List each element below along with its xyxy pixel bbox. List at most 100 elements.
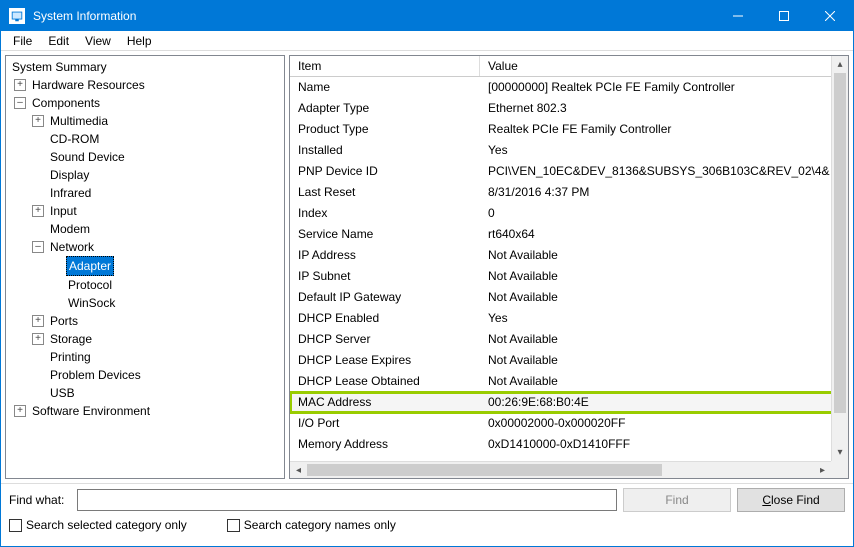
detail-value: PCI\VEN_10EC&DEV_8136&SUBSYS_306B103C&RE… <box>488 161 840 182</box>
menu-edit[interactable]: Edit <box>40 33 77 49</box>
expand-icon[interactable]: + <box>14 405 26 417</box>
scroll-thumb[interactable] <box>834 73 846 413</box>
titlebar[interactable]: System Information <box>1 1 853 31</box>
find-button[interactable]: Find <box>623 488 731 512</box>
tree-item-problem-devices[interactable]: Problem Devices <box>10 366 280 384</box>
tree-item-system-summary[interactable]: System Summary <box>10 58 280 76</box>
detail-value: Not Available <box>488 329 840 350</box>
detail-pane: Item Value Name[00000000] Realtek PCIe F… <box>289 55 849 479</box>
tree-item-hardware-resources[interactable]: +Hardware Resources <box>10 76 280 94</box>
detail-value: 0xD1410000-0xD1410FFF <box>488 434 840 455</box>
expand-icon[interactable]: + <box>32 115 44 127</box>
detail-item: IP Address <box>298 245 488 266</box>
detail-row[interactable]: Adapter TypeEthernet 802.3 <box>290 98 848 119</box>
tree-item-multimedia[interactable]: +Multimedia <box>10 112 280 130</box>
detail-row[interactable]: Product TypeRealtek PCIe FE Family Contr… <box>290 119 848 140</box>
detail-value: Not Available <box>488 371 840 392</box>
expand-icon[interactable]: + <box>32 315 44 327</box>
minimize-button[interactable] <box>715 1 761 31</box>
detail-value: Not Available <box>488 266 840 287</box>
detail-item: I/O Port <box>298 413 488 434</box>
detail-row[interactable]: Memory Address0xD1410000-0xD1410FFF <box>290 434 848 455</box>
tree-item-protocol[interactable]: Protocol <box>10 276 280 294</box>
menu-help[interactable]: Help <box>119 33 160 49</box>
scroll-up-icon[interactable]: ▴ <box>832 56 848 73</box>
detail-item: DHCP Enabled <box>298 308 488 329</box>
detail-item: PNP Device ID <box>298 161 488 182</box>
tree-item-modem[interactable]: Modem <box>10 220 280 238</box>
search-selected-checkbox[interactable]: Search selected category only <box>9 518 187 532</box>
collapse-icon[interactable]: – <box>14 97 26 109</box>
tree-item-software-environment[interactable]: +Software Environment <box>10 402 280 420</box>
tree-item-display[interactable]: Display <box>10 166 280 184</box>
detail-value: Not Available <box>488 287 840 308</box>
horizontal-scrollbar[interactable]: ◂ ▸ <box>290 461 831 478</box>
detail-item: Installed <box>298 140 488 161</box>
expand-icon[interactable]: + <box>32 333 44 345</box>
detail-value: Ethernet 802.3 <box>488 98 840 119</box>
detail-row[interactable]: I/O Port0x00002000-0x000020FF <box>290 413 848 434</box>
tree-item-sound-device[interactable]: Sound Device <box>10 148 280 166</box>
detail-row[interactable]: InstalledYes <box>290 140 848 161</box>
column-value[interactable]: Value <box>480 56 848 76</box>
tree-item-input[interactable]: +Input <box>10 202 280 220</box>
column-item[interactable]: Item <box>290 56 480 76</box>
detail-row[interactable]: Name[00000000] Realtek PCIe FE Family Co… <box>290 77 848 98</box>
detail-row[interactable]: MAC Address00:26:9E:68:B0:4E <box>290 392 848 413</box>
detail-row[interactable]: PNP Device IDPCI\VEN_10EC&DEV_8136&SUBSY… <box>290 161 848 182</box>
detail-row[interactable]: IP SubnetNot Available <box>290 266 848 287</box>
vertical-scrollbar[interactable]: ▴ ▾ <box>831 56 848 461</box>
detail-item: Index <box>298 203 488 224</box>
scroll-left-icon[interactable]: ◂ <box>290 462 307 478</box>
maximize-button[interactable] <box>761 1 807 31</box>
tree-item-printing[interactable]: Printing <box>10 348 280 366</box>
scroll-down-icon[interactable]: ▾ <box>832 444 848 461</box>
search-names-checkbox[interactable]: Search category names only <box>227 518 396 532</box>
find-label: Find what: <box>9 493 71 507</box>
detail-item: Name <box>298 77 488 98</box>
tree-item-components[interactable]: –Components <box>10 94 280 112</box>
detail-item: Service Name <box>298 224 488 245</box>
tree-item-network[interactable]: –Network <box>10 238 280 256</box>
detail-value: Yes <box>488 308 840 329</box>
detail-row[interactable]: DHCP EnabledYes <box>290 308 848 329</box>
find-input[interactable] <box>77 489 617 511</box>
menu-view[interactable]: View <box>77 33 119 49</box>
checkbox-icon <box>9 519 22 532</box>
detail-item: Memory Address <box>298 434 488 455</box>
detail-value: 00:26:9E:68:B0:4E <box>488 392 840 413</box>
tree-item-ports[interactable]: +Ports <box>10 312 280 330</box>
detail-item: DHCP Lease Obtained <box>298 371 488 392</box>
tree-item-usb[interactable]: USB <box>10 384 280 402</box>
detail-item: Adapter Type <box>298 98 488 119</box>
close-button[interactable] <box>807 1 853 31</box>
tree-item-storage[interactable]: +Storage <box>10 330 280 348</box>
detail-value: Not Available <box>488 350 840 371</box>
detail-row[interactable]: Service Namert640x64 <box>290 224 848 245</box>
detail-value: 8/31/2016 4:37 PM <box>488 182 840 203</box>
collapse-icon[interactable]: – <box>32 241 44 253</box>
scroll-thumb[interactable] <box>307 464 662 476</box>
detail-item: DHCP Lease Expires <box>298 350 488 371</box>
detail-row[interactable]: Index0 <box>290 203 848 224</box>
tree-item-infrared[interactable]: Infrared <box>10 184 280 202</box>
detail-item: DHCP Server <box>298 329 488 350</box>
scroll-corner <box>831 461 848 478</box>
expand-icon[interactable]: + <box>32 205 44 217</box>
detail-row[interactable]: DHCP Lease ObtainedNot Available <box>290 371 848 392</box>
tree-item-adapter[interactable]: Adapter <box>10 256 280 276</box>
scroll-right-icon[interactable]: ▸ <box>814 462 831 478</box>
detail-row[interactable]: DHCP Lease ExpiresNot Available <box>290 350 848 371</box>
detail-body: Name[00000000] Realtek PCIe FE Family Co… <box>290 77 848 455</box>
detail-row[interactable]: Default IP GatewayNot Available <box>290 287 848 308</box>
close-find-button[interactable]: Close Find <box>737 488 845 512</box>
tree-item-winsock[interactable]: WinSock <box>10 294 280 312</box>
detail-row[interactable]: DHCP ServerNot Available <box>290 329 848 350</box>
menu-file[interactable]: File <box>5 33 40 49</box>
expand-icon[interactable]: + <box>14 79 26 91</box>
detail-item: MAC Address <box>298 392 488 413</box>
detail-row[interactable]: Last Reset8/31/2016 4:37 PM <box>290 182 848 203</box>
detail-value: rt640x64 <box>488 224 840 245</box>
tree-item-cdrom[interactable]: CD-ROM <box>10 130 280 148</box>
detail-row[interactable]: IP AddressNot Available <box>290 245 848 266</box>
